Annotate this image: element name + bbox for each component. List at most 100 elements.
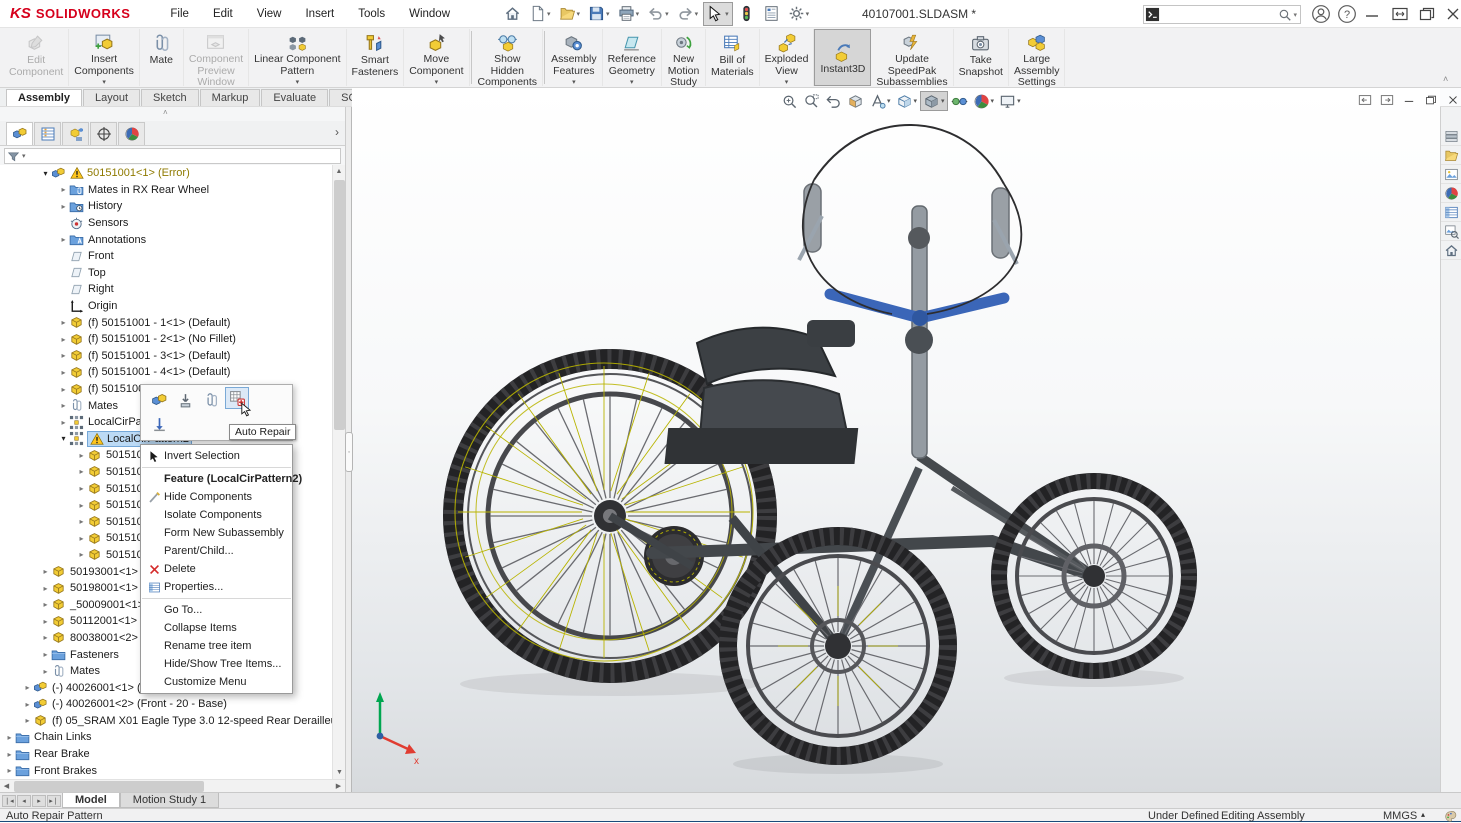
expand-closed-icon[interactable]: ▸ bbox=[58, 185, 69, 194]
tree-row[interactable]: Origin bbox=[0, 298, 332, 315]
ribbon-collapse-icon[interactable]: ˄ bbox=[1443, 74, 1448, 84]
expand-closed-icon[interactable]: ▸ bbox=[58, 351, 69, 360]
menu-tools[interactable]: Tools bbox=[346, 3, 397, 25]
context-toolbar-move-button[interactable] bbox=[147, 413, 171, 435]
tree-row[interactable]: ▸ Chain Links bbox=[0, 729, 332, 746]
menu-item-parent-child[interactable]: Parent/Child... bbox=[141, 542, 292, 560]
print-dropdown-icon[interactable]: ▾ bbox=[636, 10, 640, 18]
taskpane-solidworks-resources-button[interactable] bbox=[1441, 127, 1461, 146]
span-displays-button[interactable] bbox=[1390, 4, 1410, 24]
expand-open-icon[interactable]: ▾ bbox=[58, 434, 69, 443]
tab-markup[interactable]: Markup bbox=[199, 89, 261, 106]
expand-closed-icon[interactable]: ▸ bbox=[76, 451, 87, 460]
expand-open-icon[interactable]: ▾ bbox=[40, 169, 51, 178]
tree-row[interactable]: ▸ (f) 50151001 - 1<1> (Default) bbox=[0, 314, 332, 331]
help-icon[interactable]: ? bbox=[1337, 4, 1357, 24]
doc-win-close-button[interactable] bbox=[1445, 93, 1460, 107]
menu-item-invert-selection[interactable]: Invert Selection bbox=[141, 447, 292, 465]
panel-tab-property-manager[interactable] bbox=[34, 122, 61, 145]
close-button[interactable] bbox=[1443, 4, 1461, 24]
expand-closed-icon[interactable]: ▸ bbox=[58, 385, 69, 394]
search-box[interactable]: ▾ bbox=[1143, 5, 1301, 24]
expand-closed-icon[interactable]: ▸ bbox=[58, 318, 69, 327]
expand-closed-icon[interactable]: ▸ bbox=[40, 633, 51, 642]
panel-tab-feature-manager[interactable] bbox=[6, 122, 33, 145]
study-nav-0[interactable]: ❘◂ bbox=[2, 794, 16, 807]
taskpane-appearances-scenes-button[interactable] bbox=[1441, 184, 1461, 203]
ribbon-assembly-features[interactable]: Assembly Features ▾ bbox=[546, 29, 603, 86]
tree-row[interactable]: ▸ (-) 40026001<2> (Front - 20 - Base) bbox=[0, 696, 332, 713]
minimize-button[interactable] bbox=[1362, 4, 1382, 24]
expand-closed-icon[interactable]: ▸ bbox=[22, 683, 33, 692]
expand-closed-icon[interactable]: ▸ bbox=[58, 368, 69, 377]
taskpane-home-button[interactable] bbox=[1441, 241, 1461, 260]
ribbon-reference-geometry[interactable]: Reference Geometry ▾ bbox=[603, 29, 663, 86]
qa-select[interactable]: ▾ bbox=[703, 1, 733, 26]
tree-row[interactable]: ▸ History bbox=[0, 198, 332, 215]
ribbon-show-hidden-components[interactable]: Show Hidden Components bbox=[473, 29, 544, 88]
tab-layout[interactable]: Layout bbox=[82, 89, 141, 106]
hud-edit-appearance-button[interactable]: ▾ bbox=[971, 91, 997, 111]
units-dropdown-icon[interactable]: ▴ bbox=[1421, 810, 1425, 819]
dropdown-icon[interactable]: ▾ bbox=[102, 78, 106, 86]
dropdown-icon[interactable]: ▾ bbox=[572, 78, 576, 86]
panel-splitter[interactable]: ◦ bbox=[345, 107, 353, 792]
display-style-dropdown-icon[interactable]: ▾ bbox=[941, 97, 945, 105]
tree-filter[interactable]: ▾ bbox=[4, 148, 341, 164]
ribbon-update-speedpak-subassemblies[interactable]: Update SpeedPak Subassemblies bbox=[871, 29, 954, 88]
expand-closed-icon[interactable]: ▸ bbox=[76, 501, 87, 510]
dropdown-icon[interactable]: ▾ bbox=[785, 78, 789, 86]
hud-previous-view-button[interactable] bbox=[823, 91, 844, 111]
tree-row[interactable]: ▸ Annotations bbox=[0, 231, 332, 248]
tab-assembly[interactable]: Assembly bbox=[6, 89, 82, 106]
hud-view-orientation-button[interactable]: ▾ bbox=[894, 91, 920, 111]
doc-win-restore-button[interactable] bbox=[1423, 93, 1438, 107]
hud-zoom-to-area-button[interactable] bbox=[801, 91, 822, 111]
rear-right-wheel[interactable] bbox=[991, 473, 1197, 679]
tree-row[interactable]: Sensors bbox=[0, 215, 332, 232]
tree-row[interactable]: ▸ (f) 05_SRAM X01 Eagle Type 3.0 12-speed… bbox=[0, 713, 332, 730]
menu-item-collapse-items[interactable]: Collapse Items bbox=[141, 619, 292, 637]
expand-closed-icon[interactable]: ▸ bbox=[58, 418, 69, 427]
taskpane-view-palette-button[interactable] bbox=[1441, 222, 1461, 241]
tree-vertical-scrollbar[interactable]: ▲ ▼ bbox=[332, 165, 345, 779]
select-dropdown-icon[interactable]: ▾ bbox=[725, 10, 729, 18]
qa-redo[interactable]: ▾ bbox=[674, 2, 702, 26]
menu-item-go-to[interactable]: Go To... bbox=[141, 601, 292, 619]
dropdown-icon[interactable]: ▾ bbox=[296, 78, 300, 86]
hud-section-view-button[interactable] bbox=[845, 91, 866, 111]
expand-closed-icon[interactable]: ▸ bbox=[40, 650, 51, 659]
scroll-down-icon[interactable]: ▼ bbox=[333, 766, 345, 779]
tree-row[interactable]: Top bbox=[0, 265, 332, 282]
front-wheel[interactable] bbox=[719, 527, 957, 765]
ribbon-bill-of-materials[interactable]: Bill of Materials bbox=[706, 29, 760, 86]
context-toolbar-mate-button[interactable] bbox=[199, 389, 223, 411]
hud-zoom-to-fit-button[interactable] bbox=[779, 91, 800, 111]
context-toolbar-edit-feature-button[interactable] bbox=[147, 389, 171, 411]
menu-item-form-new-subassembly[interactable]: Form New Subassembly bbox=[141, 524, 292, 542]
panel-flyout-icon[interactable]: › bbox=[335, 125, 339, 139]
tab-motion-study-1[interactable]: Motion Study 1 bbox=[119, 793, 220, 808]
ribbon-new-motion-study[interactable]: New Motion Study bbox=[662, 29, 707, 88]
expand-closed-icon[interactable]: ▸ bbox=[58, 202, 69, 211]
panel-tab-config-manager[interactable] bbox=[62, 122, 89, 145]
annotation-visibility-dropdown-icon[interactable]: ▾ bbox=[887, 97, 891, 105]
qa-new-document[interactable]: ▾ bbox=[526, 2, 554, 26]
panel-tab-dimxpert[interactable] bbox=[90, 122, 117, 145]
menu-item-isolate-components[interactable]: Isolate Components bbox=[141, 506, 292, 524]
expand-closed-icon[interactable]: ▸ bbox=[58, 235, 69, 244]
tree-row[interactable]: Right bbox=[0, 281, 332, 298]
expand-closed-icon[interactable]: ▸ bbox=[40, 567, 51, 576]
taskpane-file-explorer-button[interactable] bbox=[1441, 165, 1461, 184]
undo-dropdown-icon[interactable]: ▾ bbox=[665, 10, 669, 18]
scroll-thumb-h[interactable] bbox=[14, 781, 204, 792]
doc-pane-left-button[interactable] bbox=[1357, 93, 1372, 107]
menu-item-delete[interactable]: Delete bbox=[141, 560, 292, 578]
expand-closed-icon[interactable]: ▸ bbox=[76, 484, 87, 493]
ribbon-mate[interactable]: Mate bbox=[140, 29, 184, 86]
tab-sketch[interactable]: Sketch bbox=[141, 89, 199, 106]
study-nav-1[interactable]: ◂ bbox=[17, 794, 31, 807]
menu-insert[interactable]: Insert bbox=[293, 3, 346, 25]
panel-collapse-icon[interactable]: ˄ bbox=[163, 108, 168, 117]
ribbon-instant3d[interactable]: Instant3D bbox=[814, 29, 872, 86]
